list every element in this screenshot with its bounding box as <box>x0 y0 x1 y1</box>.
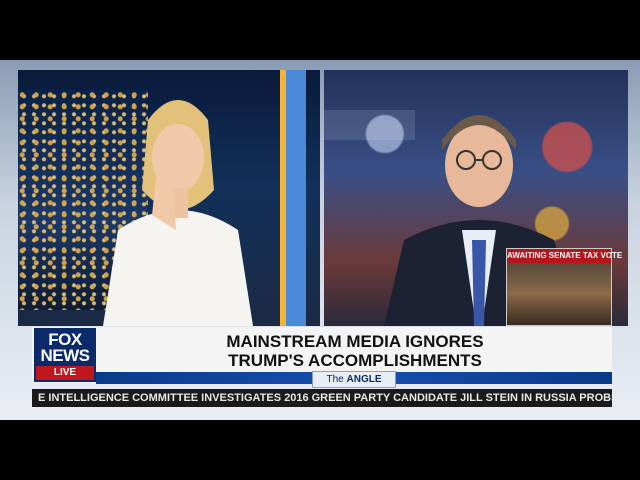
anchor-host-figure <box>103 100 253 326</box>
right-video-panel: AWAITING SENATE TAX VOTE <box>324 70 628 326</box>
headline-line-2: TRUMP'S ACCOMPLISHMENTS <box>228 351 482 370</box>
broadcast-frame: AWAITING SENATE TAX VOTE FOX NEWS LIVE M… <box>0 60 640 420</box>
fox-news-logo: FOX NEWS LIVE <box>34 328 96 382</box>
headline: MAINSTREAM MEDIA IGNORES TRUMP'S ACCOMPL… <box>100 332 610 370</box>
live-badge: LIVE <box>36 366 94 380</box>
senate-floor-image <box>507 263 611 325</box>
show-name: ANGLE <box>346 374 382 385</box>
show-prefix: The <box>326 374 344 385</box>
pip-title: AWAITING SENATE TAX VOTE <box>507 249 622 263</box>
left-video-panel <box>18 70 320 326</box>
headline-line-1: MAINSTREAM MEDIA IGNORES <box>226 332 484 351</box>
ticker-text: E INTELLIGENCE COMMITTEE INVESTIGATES 20… <box>38 392 612 404</box>
show-name-tag: The ANGLE <box>312 371 396 388</box>
picture-in-picture: AWAITING SENATE TAX VOTE <box>506 248 622 326</box>
logo-line-news: NEWS <box>40 346 91 365</box>
news-ticker: E INTELLIGENCE COMMITTEE INVESTIGATES 20… <box>32 389 612 407</box>
studio-pillar <box>280 70 306 326</box>
